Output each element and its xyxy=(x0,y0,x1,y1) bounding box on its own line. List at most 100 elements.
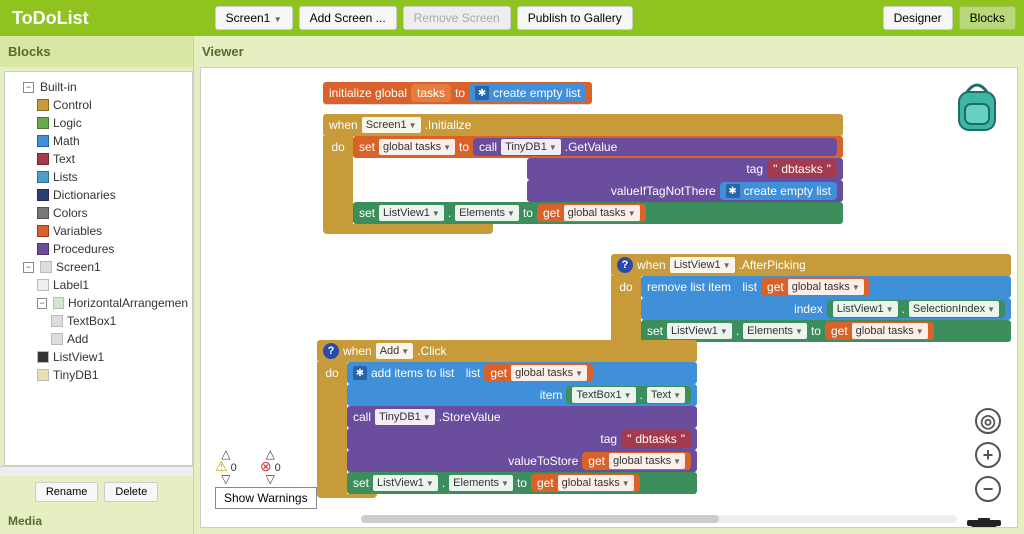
gear-icon[interactable]: ✱ xyxy=(726,184,740,198)
block-text: to xyxy=(455,86,465,100)
dropdown-listview1[interactable]: ListView1▼ xyxy=(833,301,898,317)
show-warnings-button[interactable]: Show Warnings xyxy=(215,487,317,509)
dd-label: SelectionIndex xyxy=(913,303,985,315)
dd-label: Screen1 xyxy=(366,119,407,131)
canvas-h-scrollbar[interactable] xyxy=(361,515,957,523)
sidebar-scrollbar[interactable] xyxy=(0,466,193,476)
tree-item-textbox1[interactable]: TextBox1 xyxy=(51,312,188,330)
block-init-global[interactable]: initialize global tasks to ✱create empty… xyxy=(323,82,592,104)
warning-count: 0 xyxy=(231,462,237,474)
tree-item-text[interactable]: Text xyxy=(37,150,188,168)
dropdown-text[interactable]: Text▼ xyxy=(647,387,685,403)
dd-label: global tasks xyxy=(383,141,441,153)
block-text: to xyxy=(517,476,527,490)
tree-screen1[interactable]: − Screen1 xyxy=(23,258,188,276)
publish-button[interactable]: Publish to Gallery xyxy=(517,6,633,30)
dropdown-selectionindex[interactable]: SelectionIndex▼ xyxy=(909,301,999,317)
tree-item-dictionaries[interactable]: Dictionaries xyxy=(37,186,188,204)
viewer-title: Viewer xyxy=(194,36,1024,67)
dropdown-elements[interactable]: Elements▼ xyxy=(449,475,513,491)
arrow-down-icon[interactable]: ▽ xyxy=(266,475,275,483)
block-when-add-click[interactable]: ? when Add▼ .Click do ✱ add items to lis… xyxy=(317,340,697,498)
tree-label: Lists xyxy=(53,170,78,184)
tree-builtin[interactable]: − Built-in xyxy=(23,78,188,96)
block-text: .GetValue xyxy=(565,140,617,154)
dropdown-global-tasks[interactable]: global tasks▼ xyxy=(558,475,634,491)
block-do-label: do xyxy=(619,280,632,294)
tree-item-procedures[interactable]: Procedures xyxy=(37,240,188,258)
dd-label: Elements xyxy=(459,207,505,219)
arrow-up-icon[interactable]: △ xyxy=(266,450,275,458)
dd-label: ListView1 xyxy=(671,325,718,337)
dropdown-tinydb1[interactable]: TinyDB1▼ xyxy=(375,409,435,425)
tree-item-label1[interactable]: Label1 xyxy=(37,276,188,294)
collapse-icon[interactable]: − xyxy=(37,298,47,309)
tree-item-logic[interactable]: Logic xyxy=(37,114,188,132)
block-when-afterpicking[interactable]: ? when ListView1▼ .AfterPicking do remov… xyxy=(611,254,1011,350)
tree-item-lists[interactable]: Lists xyxy=(37,168,188,186)
tree-label: TinyDB1 xyxy=(53,368,99,382)
gear-icon[interactable]: ✱ xyxy=(475,86,489,100)
screen-icon xyxy=(40,261,52,273)
scrollbar-thumb[interactable] xyxy=(361,515,719,523)
dropdown-global-tasks[interactable]: global tasks▼ xyxy=(788,279,864,295)
backpack-icon[interactable] xyxy=(953,82,1001,137)
dropdown-global-tasks[interactable]: global tasks▼ xyxy=(852,323,928,339)
swatch-icon xyxy=(37,189,49,201)
dropdown-global-tasks[interactable]: global tasks▼ xyxy=(564,205,640,221)
dropdown-listview1[interactable]: ListView1▼ xyxy=(667,323,732,339)
tree-item-add[interactable]: Add xyxy=(51,330,188,348)
designer-tab[interactable]: Designer xyxy=(883,6,953,30)
tree-item-variables[interactable]: Variables xyxy=(37,222,188,240)
recenter-icon[interactable]: ◎ xyxy=(975,408,1001,434)
tinydb-icon xyxy=(37,369,49,381)
dropdown-textbox1[interactable]: TextBox1▼ xyxy=(572,387,635,403)
blocks-tab[interactable]: Blocks xyxy=(959,6,1016,30)
block-text: . xyxy=(902,302,905,316)
tree-item-colors[interactable]: Colors xyxy=(37,204,188,222)
chevron-down-icon: ▼ xyxy=(274,15,282,24)
dropdown-global-tasks[interactable]: global tasks▼ xyxy=(609,453,685,469)
zoom-in-icon[interactable]: + xyxy=(975,442,1001,468)
blocks-tree[interactable]: − Built-in Control Logic Math Text Lists… xyxy=(4,71,193,466)
warning-counter[interactable]: △ ⚠ 0 ▽ xyxy=(215,450,237,483)
help-icon[interactable]: ? xyxy=(323,343,339,359)
screen-dropdown[interactable]: Screen1 ▼ xyxy=(215,6,293,30)
trash-icon[interactable] xyxy=(967,518,1001,528)
arrow-down-icon[interactable]: ▽ xyxy=(221,475,230,483)
block-when-initialize[interactable]: when Screen1▼ .Initialize do set global … xyxy=(323,114,843,234)
block-text: get xyxy=(490,366,507,380)
remove-screen-button[interactable]: Remove Screen xyxy=(403,6,511,30)
blocks-canvas[interactable]: initialize global tasks to ✱create empty… xyxy=(200,67,1018,528)
main: Blocks − Built-in Control Logic Math Tex… xyxy=(0,36,1024,534)
tree-item-harr[interactable]: −HorizontalArrangemen xyxy=(37,294,188,312)
tree-item-math[interactable]: Math xyxy=(37,132,188,150)
tree-item-tinydb1[interactable]: TinyDB1 xyxy=(37,366,188,384)
rename-button[interactable]: Rename xyxy=(35,482,99,502)
dropdown-elements[interactable]: Elements▼ xyxy=(455,205,519,221)
dd-label: global tasks xyxy=(568,207,626,219)
block-text: tag xyxy=(746,162,763,176)
dropdown-listview1[interactable]: ListView1▼ xyxy=(379,205,444,221)
dropdown-add[interactable]: Add▼ xyxy=(376,343,414,359)
help-icon[interactable]: ? xyxy=(617,257,633,273)
dropdown-elements[interactable]: Elements▼ xyxy=(743,323,807,339)
collapse-icon[interactable]: − xyxy=(23,262,34,273)
dropdown-screen1[interactable]: Screen1▼ xyxy=(362,117,421,133)
tree-item-control[interactable]: Control xyxy=(37,96,188,114)
dropdown-listview1[interactable]: ListView1▼ xyxy=(373,475,438,491)
dropdown-tinydb1[interactable]: TinyDB1▼ xyxy=(501,139,561,155)
chevron-down-icon: ▼ xyxy=(409,121,417,130)
gear-icon[interactable]: ✱ xyxy=(353,366,367,380)
delete-button[interactable]: Delete xyxy=(104,482,158,502)
collapse-icon[interactable]: − xyxy=(23,82,34,93)
add-screen-button[interactable]: Add Screen ... xyxy=(299,6,397,30)
tree-item-listview1[interactable]: ListView1 xyxy=(37,348,188,366)
zoom-out-icon[interactable]: − xyxy=(975,476,1001,502)
dropdown-listview1[interactable]: ListView1▼ xyxy=(670,257,735,273)
error-counter[interactable]: △ ⊗ 0 ▽ xyxy=(260,450,281,483)
tree-label: Screen1 xyxy=(56,260,101,274)
dropdown-global-tasks[interactable]: global tasks▼ xyxy=(379,139,455,155)
arrow-up-icon[interactable]: △ xyxy=(221,450,230,458)
dropdown-global-tasks[interactable]: global tasks▼ xyxy=(511,365,587,381)
